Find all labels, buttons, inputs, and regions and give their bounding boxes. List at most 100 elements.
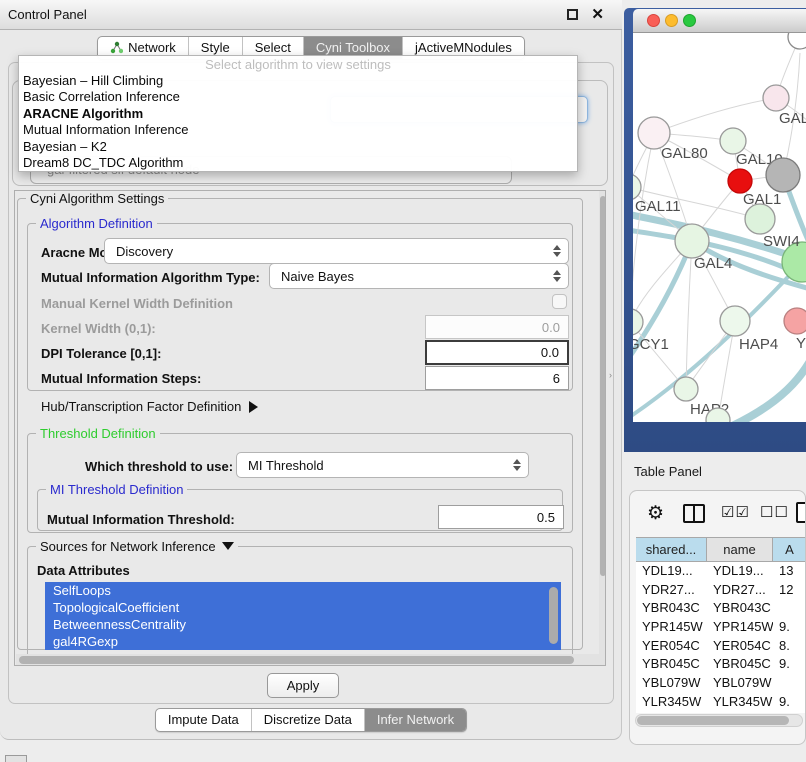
table-cell: YBR045C: [707, 655, 773, 674]
network-node[interactable]: [745, 204, 775, 234]
kernel-width-field[interactable]: 0.0: [425, 315, 569, 339]
table-row[interactable]: YIL052CYIL052C9: [636, 712, 806, 714]
network-node[interactable]: [728, 169, 752, 193]
threshold-definition-title: Threshold Definition: [36, 426, 160, 441]
tab-impute-data[interactable]: Impute Data: [156, 709, 251, 731]
network-edge[interactable]: [633, 322, 686, 389]
document-icon[interactable]: [796, 502, 806, 523]
dpi-tolerance-field[interactable]: 0.0: [425, 340, 569, 365]
column-header-name[interactable]: name: [707, 538, 773, 561]
column-header-partial[interactable]: A: [773, 538, 806, 561]
network-edge[interactable]: [633, 133, 654, 322]
attribute-list-item[interactable]: SelfLoops: [45, 582, 561, 599]
table-row[interactable]: YER054CYER054C8.: [636, 637, 806, 656]
attribute-list-item[interactable]: BetweennessCentrality: [45, 616, 561, 633]
tab-discretize-data[interactable]: Discretize Data: [251, 709, 364, 731]
table-cell: 8.: [773, 637, 806, 656]
manual-kernel-checkbox[interactable]: [552, 294, 567, 309]
data-attributes-list: SelfLoopsTopologicalCoefficientBetweenne…: [45, 582, 561, 655]
table-cell: YDL19...: [636, 562, 707, 581]
mi-threshold-value: 0.5: [537, 510, 555, 525]
minimize-traffic-light-icon[interactable]: [665, 14, 678, 27]
table-row[interactable]: YLR345WYLR345W9.: [636, 693, 806, 712]
network-view-window[interactable]: GAL2GAL80GAL10GAL1GAL11SWI4GAL4GCY1HAP4Y…: [624, 8, 806, 452]
network-node[interactable]: [675, 224, 709, 258]
combo-stepper-icon: [553, 245, 561, 257]
network-graph: GAL2GAL80GAL10GAL1GAL11SWI4GAL4GCY1HAP4Y…: [633, 33, 806, 422]
network-node-label: GAL2: [779, 110, 806, 127]
network-node[interactable]: [674, 377, 698, 401]
network-node[interactable]: [633, 309, 643, 335]
list-scrollbar-thumb[interactable]: [549, 587, 558, 644]
network-node[interactable]: [788, 33, 806, 49]
network-edge[interactable]: [654, 98, 776, 133]
tab-infer-network[interactable]: Infer Network: [364, 709, 466, 731]
table-row[interactable]: YBR045CYBR045C9.: [636, 655, 806, 674]
zoom-traffic-light-icon[interactable]: [683, 14, 696, 27]
mi-steps-field[interactable]: 6: [425, 366, 569, 390]
network-node[interactable]: [784, 308, 806, 334]
table-cell: YBR043C: [636, 599, 707, 618]
network-node[interactable]: [720, 306, 750, 336]
table-cell: 9.: [773, 693, 806, 712]
close-traffic-light-icon[interactable]: [647, 14, 660, 27]
table-cell: 12: [773, 581, 806, 600]
table-row[interactable]: YDL19...YDL19...13: [636, 562, 806, 581]
which-threshold-label: Which threshold to use:: [85, 459, 233, 474]
attribute-list-item[interactable]: gal4RGexp: [45, 633, 561, 650]
mi-threshold-title: MI Threshold Definition: [46, 482, 187, 497]
float-window-icon[interactable]: [567, 9, 578, 20]
table-row[interactable]: YPR145WYPR145W9.: [636, 618, 806, 637]
hub-definition-toggle[interactable]: Hub/Transcription Factor Definition: [41, 399, 258, 414]
mi-type-combobox[interactable]: Naive Bayes: [269, 263, 569, 289]
dropdown-item[interactable]: Dream8 DC_TDC Algorithm: [19, 155, 577, 171]
dropdown-item[interactable]: Mutual Information Inference: [19, 122, 577, 138]
network-node-label: GAL11: [635, 198, 681, 215]
column-header-shared-name[interactable]: shared...: [636, 538, 707, 561]
table-row[interactable]: YBL079WYBL079W: [636, 674, 806, 693]
settings-scroll-area: Cyni Algorithm Settings Algorithm Defini…: [14, 190, 606, 666]
settings-vscrollbar-thumb[interactable]: [600, 196, 606, 576]
table-cell: YPR145W: [707, 618, 773, 637]
kernel-width-label: Kernel Width (0,1):: [41, 321, 156, 336]
table-cell: YBL079W: [636, 674, 707, 693]
settings-hscrollbar-thumb[interactable]: [19, 656, 574, 664]
table-row[interactable]: YBR043CYBR043C: [636, 599, 806, 618]
mi-type-value: Naive Bayes: [281, 269, 354, 284]
panel-divider-handle[interactable]: ›: [609, 370, 612, 380]
algorithm-dropdown-list: Select algorithm to view settings Bayesi…: [18, 55, 578, 172]
dropdown-item[interactable]: Bayesian – Hill Climbing: [19, 73, 577, 89]
network-node[interactable]: [766, 158, 800, 192]
network-edge[interactable]: [686, 241, 692, 389]
table-cell: YLR345W: [707, 693, 773, 712]
network-node[interactable]: [763, 85, 789, 111]
dropdown-item[interactable]: ARACNE Algorithm: [19, 106, 577, 122]
table-hscrollbar-thumb[interactable]: [637, 716, 789, 725]
table-cell: YER054C: [707, 637, 773, 656]
dpi-tolerance-label: DPI Tolerance [0,1]:: [41, 346, 161, 361]
split-columns-icon[interactable]: [683, 504, 705, 523]
dropdown-item[interactable]: Basic Correlation Inference: [19, 89, 577, 105]
deselect-all-checkboxes-icon[interactable]: ☐☐: [760, 503, 789, 521]
table-cell: YDR27...: [707, 581, 773, 600]
aracne-mode-combobox[interactable]: Discovery: [104, 238, 569, 264]
table-toolbar: ⚙ ☑☑ ☐☐: [630, 501, 806, 531]
dropdown-item[interactable]: Bayesian – K2: [19, 139, 577, 155]
gear-icon[interactable]: ⚙: [647, 501, 664, 527]
table-body: YDL19...YDL19...13YDR27...YDR27...12YBR0…: [636, 562, 806, 713]
table-cell: 13: [773, 562, 806, 581]
network-window-titlebar[interactable]: [633, 9, 806, 33]
network-canvas[interactable]: GAL2GAL80GAL10GAL1GAL11SWI4GAL4GCY1HAP4Y…: [633, 33, 806, 422]
mi-threshold-field[interactable]: 0.5: [438, 505, 564, 529]
network-node[interactable]: [633, 174, 641, 200]
sources-title[interactable]: Sources for Network Inference: [36, 539, 238, 554]
close-icon[interactable]: ✕: [591, 5, 604, 25]
select-all-checkboxes-icon[interactable]: ☑☑: [721, 503, 750, 521]
apply-button[interactable]: Apply: [267, 673, 339, 698]
which-threshold-combobox[interactable]: MI Threshold: [236, 452, 529, 478]
network-edge[interactable]: [728, 343, 806, 422]
attribute-list-item[interactable]: TopologicalCoefficient: [45, 599, 561, 616]
table-row[interactable]: YDR27...YDR27...12: [636, 581, 806, 600]
table-panel: ⚙ ☑☑ ☐☐ shared... name A YDL19...YDL19..…: [629, 490, 806, 745]
collapsed-panel-icon[interactable]: [5, 755, 27, 762]
